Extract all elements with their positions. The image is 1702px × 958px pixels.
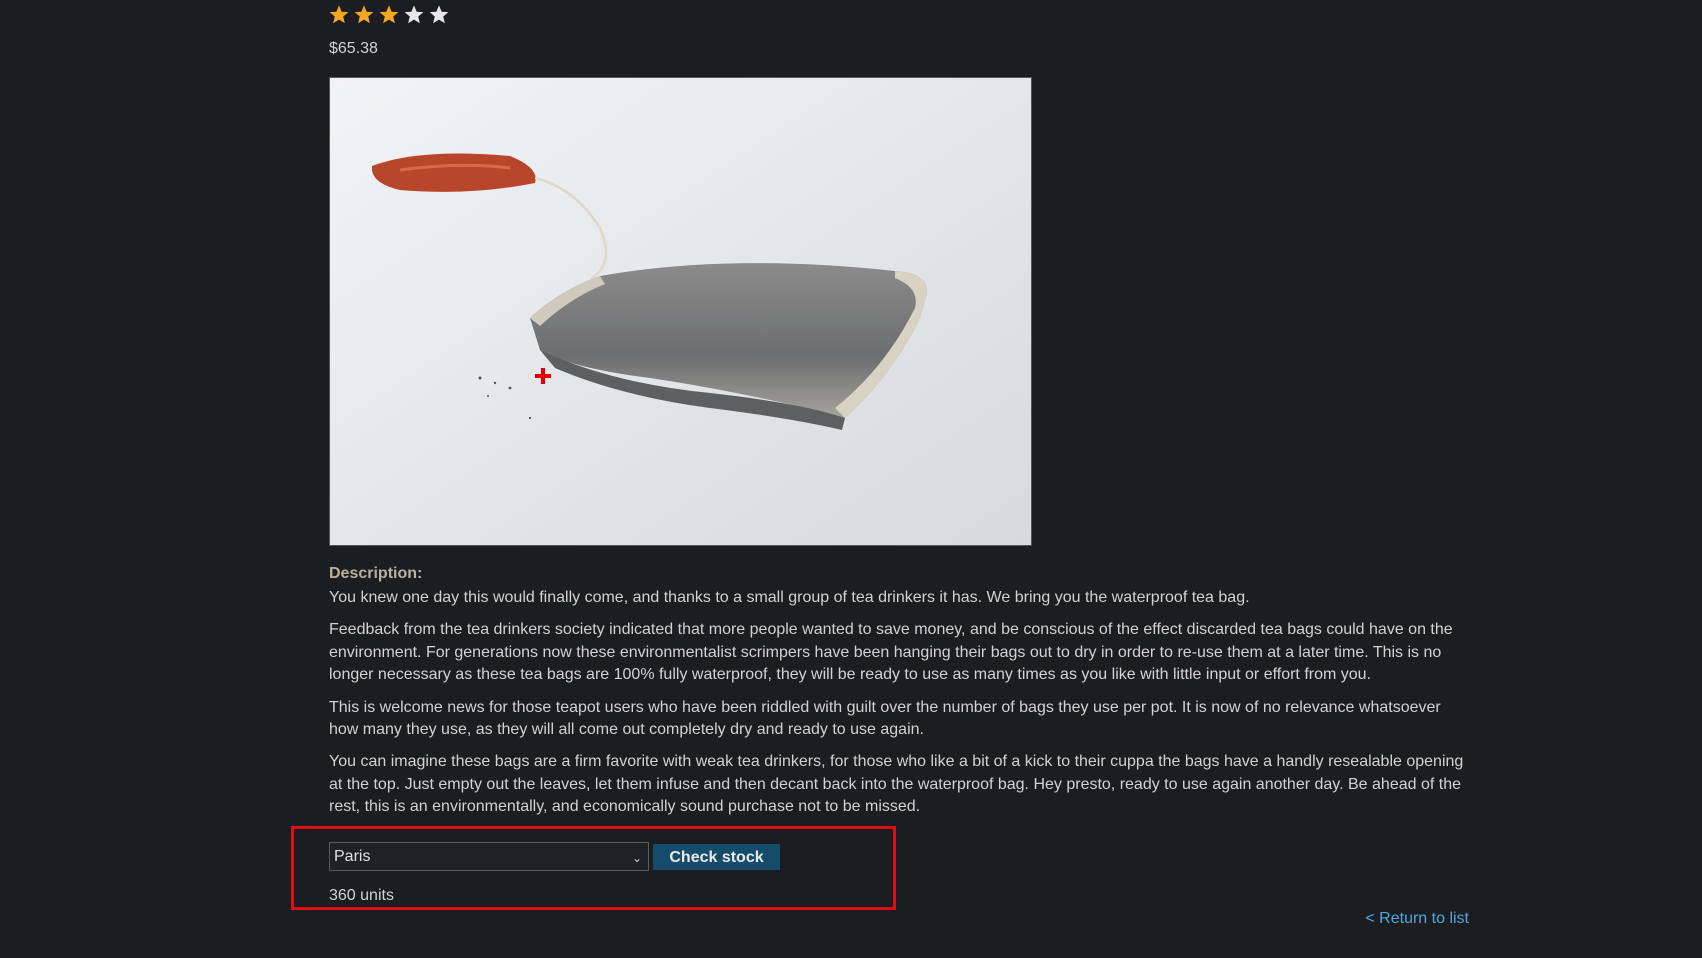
description-paragraph: Feedback from the tea drinkers society i… bbox=[329, 621, 1453, 684]
description-paragraph: You can imagine these bags are a firm fa… bbox=[329, 753, 1464, 816]
product-image bbox=[329, 77, 1032, 546]
stock-result: 360 units bbox=[329, 887, 394, 904]
product-page: $65.38 Description: You knew one day thi… bbox=[0, 0, 1702, 958]
star-empty-icon bbox=[429, 5, 449, 24]
description-paragraph: This is welcome news for those teapot us… bbox=[329, 698, 1441, 739]
store-select[interactable]: Paris ⌄ bbox=[329, 842, 649, 871]
star-filled-icon bbox=[354, 5, 374, 24]
star-filled-icon bbox=[329, 5, 349, 24]
star-filled-icon bbox=[379, 5, 399, 24]
chevron-down-icon: ⌄ bbox=[631, 851, 642, 865]
store-select-value: Paris bbox=[334, 848, 371, 865]
check-stock-button[interactable]: Check stock bbox=[653, 844, 780, 870]
description-paragraph: You knew one day this would finally come… bbox=[329, 589, 1250, 606]
star-rating bbox=[328, 4, 450, 26]
description-label: Description: bbox=[329, 565, 423, 582]
return-to-list-link[interactable]: < Return to list bbox=[1365, 910, 1469, 928]
description-text: You knew one day this would finally come… bbox=[329, 587, 1469, 829]
star-empty-icon bbox=[404, 5, 424, 24]
tea-bag-photo-icon bbox=[330, 78, 1031, 545]
product-price: $65.38 bbox=[329, 40, 378, 57]
